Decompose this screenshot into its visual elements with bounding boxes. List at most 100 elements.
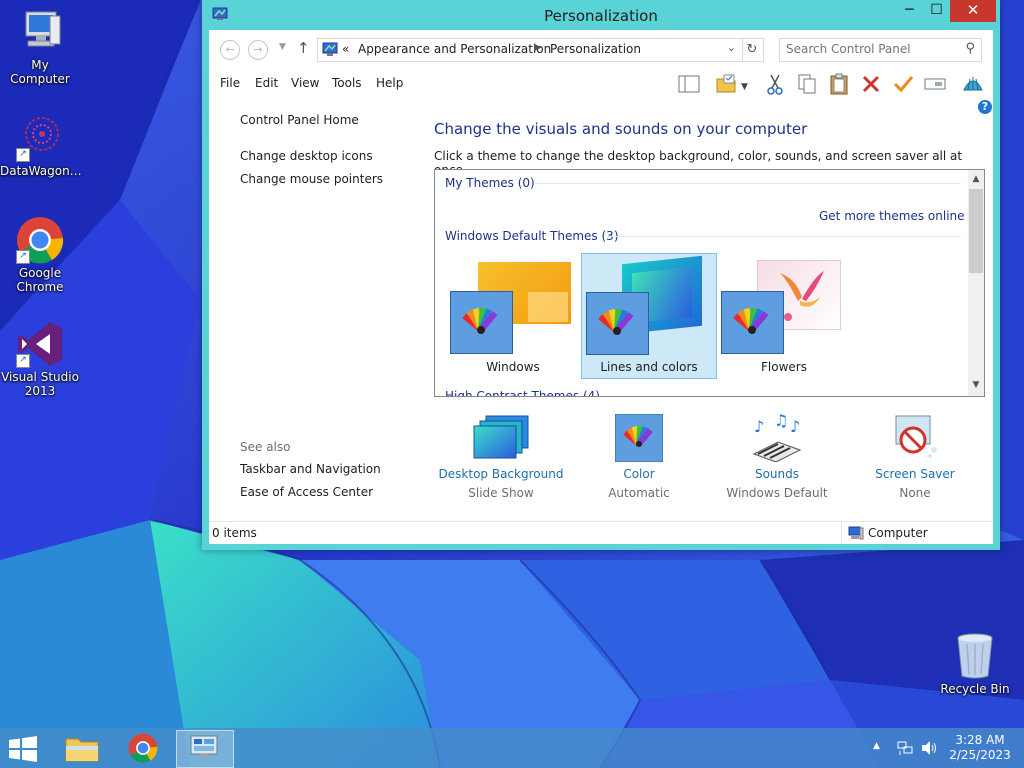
sounds-label[interactable]: Sounds	[707, 467, 847, 481]
system-clock[interactable]: 3:28 AM 2/25/2023	[946, 733, 1014, 763]
my-themes-header[interactable]: My Themes (0)	[445, 176, 535, 190]
shortcut-arrow-icon: ↗	[16, 148, 30, 162]
color-palette-icon	[586, 292, 649, 355]
menu-file[interactable]: File	[220, 76, 240, 90]
refresh-button[interactable]: ↻	[741, 38, 764, 62]
taskbar-file-explorer[interactable]	[54, 730, 110, 766]
desktop-background-setting[interactable]: Desktop Background Slide Show	[431, 414, 571, 500]
maximize-button[interactable]: ☐	[923, 0, 950, 22]
title-bar[interactable]: Personalization ─ ☐ ✕	[202, 0, 1000, 30]
back-button[interactable]: ←	[220, 40, 240, 60]
menu-edit[interactable]: Edit	[255, 76, 278, 90]
up-arrow-icon: ↑	[297, 39, 310, 57]
speaker-icon	[922, 741, 936, 755]
folder-options-dropdown-icon[interactable]: ▼	[741, 72, 753, 96]
shortcut-arrow-icon: ↗	[16, 250, 30, 264]
theme-name: Windows	[486, 360, 540, 374]
desktop-icon-label: DataWagon…	[0, 164, 82, 178]
forward-button[interactable]: →	[248, 40, 268, 60]
clock-date: 2/25/2023	[949, 748, 1011, 762]
desktop-icon-my-computer[interactable]: My Computer	[0, 8, 80, 86]
scrollbar-thumb[interactable]	[969, 189, 983, 273]
taskbar-navigation-link[interactable]: Taskbar and Navigation	[240, 462, 381, 476]
minimize-button[interactable]: ─	[896, 0, 923, 22]
desktop-background-value: Slide Show	[468, 486, 534, 500]
get-more-themes-link[interactable]: Get more themes online	[819, 209, 965, 223]
menu-help[interactable]: Help	[376, 76, 403, 90]
taskbar-control-panel[interactable]	[176, 730, 234, 768]
desktop-background-label[interactable]: Desktop Background	[431, 467, 571, 481]
color-palette-icon	[721, 291, 784, 354]
scroll-down-icon[interactable]: ▼	[968, 380, 984, 390]
see-also-label: See also	[240, 440, 291, 454]
breadcrumb-personalization[interactable]: Personalization	[550, 42, 641, 56]
start-button[interactable]	[8, 736, 38, 762]
windows-logo-icon	[9, 736, 37, 762]
recycle-bin-icon	[951, 632, 999, 680]
default-themes-header[interactable]: Windows Default Themes (3)	[445, 229, 619, 243]
search-icon[interactable]: ⚲	[965, 41, 975, 56]
sounds-setting[interactable]: ♪ ♫ ♪ Sounds Windows Default	[707, 411, 847, 500]
up-button[interactable]: ↑	[297, 39, 310, 57]
theme-windows[interactable]: Windows	[446, 254, 580, 378]
computer-icon	[16, 8, 64, 56]
breadcrumb-appearance[interactable]: Appearance and Personalization	[358, 42, 551, 56]
folder-options-icon[interactable]	[715, 72, 739, 96]
recent-locations-dropdown[interactable]: ▼	[279, 42, 286, 52]
properties-check-icon[interactable]	[891, 72, 915, 96]
network-icon	[897, 741, 913, 755]
color-setting[interactable]: Color Automatic	[569, 413, 709, 500]
change-mouse-pointers-link[interactable]: Change mouse pointers	[240, 172, 383, 186]
change-desktop-icons-link[interactable]: Change desktop icons	[240, 149, 373, 163]
theme-list-scrollbar[interactable]: ▲ ▼	[968, 170, 984, 396]
customize-shell-icon[interactable]	[961, 72, 985, 96]
close-button[interactable]: ✕	[950, 0, 996, 22]
screen-saver-value: None	[899, 486, 931, 500]
ease-of-access-link[interactable]: Ease of Access Center	[240, 485, 373, 499]
screen-saver-label[interactable]: Screen Saver	[845, 467, 985, 481]
theme-list: My Themes (0) Get more themes online Win…	[434, 169, 985, 397]
group-divider	[607, 236, 961, 237]
theme-lines-and-colors[interactable]: Lines and colors	[581, 253, 717, 379]
theme-flowers[interactable]: Flowers	[717, 254, 851, 378]
address-dropdown-icon[interactable]: ⌄	[727, 41, 736, 54]
breadcrumb-overflow[interactable]: «	[342, 42, 349, 56]
taskbar-chrome[interactable]	[115, 730, 171, 766]
desktop-icon-datawagon[interactable]: ↗ DataWagon…	[0, 114, 82, 178]
screen-saver-setting[interactable]: Screen Saver None	[845, 414, 985, 500]
theme-name: Flowers	[761, 360, 807, 374]
breadcrumb-separator-icon[interactable]: ▶	[534, 42, 542, 53]
desktop-icon-visual-studio[interactable]: ↗ Visual Studio 2013	[0, 320, 80, 398]
cut-icon[interactable]	[763, 72, 787, 96]
sounds-value: Windows Default	[726, 486, 828, 500]
desktop-icon-label: My Computer	[10, 58, 70, 86]
color-value: Automatic	[608, 486, 670, 500]
delete-icon[interactable]	[859, 72, 883, 96]
copy-icon[interactable]	[795, 72, 819, 96]
color-label[interactable]: Color	[569, 467, 709, 481]
control-panel-icon	[322, 42, 338, 57]
scroll-up-icon[interactable]: ▲	[968, 174, 984, 184]
group-divider	[535, 183, 961, 184]
rename-icon[interactable]	[923, 72, 947, 96]
menu-bar: File Edit View Tools Help ▼	[209, 68, 993, 98]
chevron-up-icon: ▲	[873, 741, 880, 751]
menu-tools[interactable]: Tools	[332, 76, 362, 90]
desktop-icon-recycle-bin[interactable]: Recycle Bin	[935, 632, 1015, 696]
item-count: 0 items	[212, 526, 257, 540]
high-contrast-themes-header[interactable]: High Contrast Themes (4)	[445, 389, 600, 396]
theme-name: Lines and colors	[600, 360, 698, 374]
help-icon[interactable]: ?	[978, 100, 992, 114]
menu-view[interactable]: View	[291, 76, 319, 90]
address-bar[interactable]: « Appearance and Personalization ▶ Perso…	[317, 38, 743, 62]
control-panel-home-link[interactable]: Control Panel Home	[240, 113, 359, 127]
search-input[interactable]	[780, 39, 956, 59]
desktop-icon-google-chrome[interactable]: ↗ Google Chrome	[0, 216, 80, 294]
preview-pane-icon[interactable]	[677, 72, 701, 96]
navigation-bar: ← → ▼ ↑ « Appearance and Personalization…	[209, 30, 993, 68]
sounds-icon: ♪ ♫ ♪	[748, 411, 806, 463]
color-palette-icon	[450, 291, 513, 354]
back-arrow-icon: ←	[225, 43, 235, 56]
paste-icon[interactable]	[827, 72, 851, 96]
svg-text:♪: ♪	[754, 417, 764, 436]
